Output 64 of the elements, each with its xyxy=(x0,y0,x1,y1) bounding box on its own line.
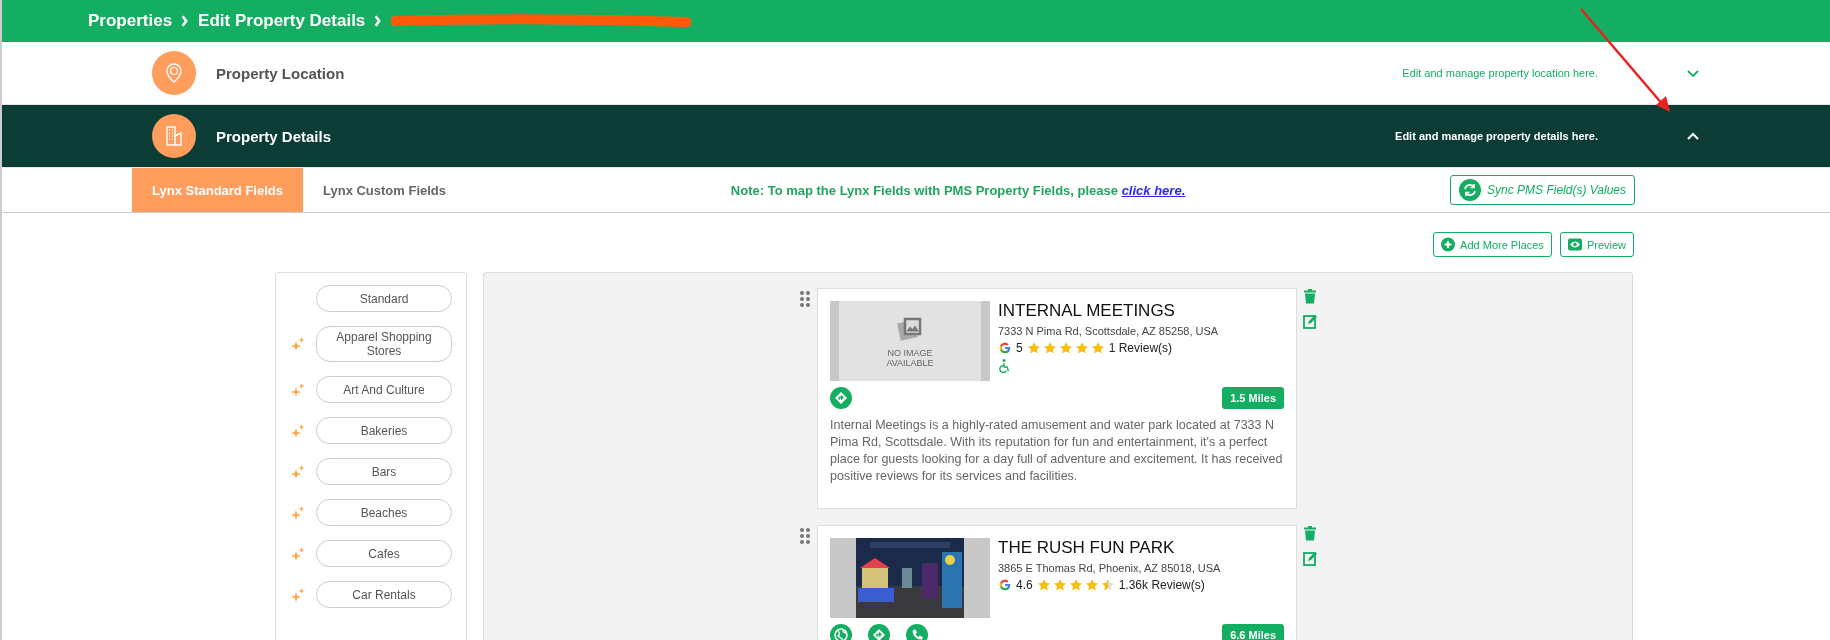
star-icon xyxy=(1090,341,1105,355)
sparkle-icon xyxy=(291,587,305,602)
category-button[interactable]: Cafes xyxy=(316,540,452,567)
sparkle-icon xyxy=(291,464,305,479)
sparkle-icon xyxy=(291,382,305,397)
review-count: 1.36k Review(s) xyxy=(1118,577,1205,592)
category-button[interactable]: Apparel Shopping Stores xyxy=(316,326,452,362)
star-icon xyxy=(1068,577,1083,592)
accordion-header[interactable]: Property Details Edit and manage property details here. xyxy=(2,105,1830,168)
category-button[interactable]: Car Rentals xyxy=(316,581,452,608)
building-icon xyxy=(152,114,196,158)
star-icon xyxy=(1058,341,1073,355)
section-title: Property Location xyxy=(216,64,346,82)
sparkle-icon xyxy=(291,337,305,351)
place-address: 7333 N Pima Rd, Scottsdale, AZ 85258, USA xyxy=(998,325,1219,337)
g-logo-icon xyxy=(998,341,1012,355)
review-count: 1 Review(s) xyxy=(1108,341,1173,355)
section-title: Property Details xyxy=(216,127,333,145)
star-icon xyxy=(1036,577,1051,592)
place-name: INTERNAL MEETINGS xyxy=(998,301,1176,321)
sync-icon xyxy=(1459,179,1482,201)
place-name: THE RUSH FUN PARK xyxy=(998,537,1176,558)
map-pin-icon xyxy=(152,51,196,95)
rating-value: 4.6 xyxy=(1016,577,1033,592)
sparkle-icon xyxy=(291,546,305,561)
edit-icon[interactable] xyxy=(1303,314,1317,329)
link[interactable]: click here. xyxy=(1121,182,1186,198)
star-icon xyxy=(1052,577,1067,592)
sparkle-icon xyxy=(291,423,305,438)
trash-icon[interactable] xyxy=(1303,525,1317,541)
chevron-down-icon[interactable] xyxy=(1686,68,1700,78)
section-description: Edit and manage property location here. xyxy=(1402,67,1598,79)
note-text: Note: To map the Lynx Fields with PMS Property Fields, please click here. xyxy=(730,182,1186,198)
sparkle-icon xyxy=(291,505,305,520)
category-button[interactable]: Art And Culture xyxy=(316,376,452,403)
distance-badge: 6.6 Miles xyxy=(1222,623,1284,640)
directions-icon[interactable] xyxy=(868,623,890,640)
g-logo-icon xyxy=(998,577,1012,592)
star-icon xyxy=(1026,341,1041,355)
chevron-up-icon[interactable] xyxy=(1686,131,1700,141)
section-description: Edit and manage property details here. xyxy=(1395,130,1598,142)
place-description: Internal Meetings is a highly-rated amusement and water park located at 7333 N Pima Rd, Scottsdale. With its reputation for fun and entertainment, it's a perfect place for guests looking for a day full of adventure and excitement. It has received positive reviews for its services and facilities. xyxy=(830,417,1284,485)
phone-icon[interactable] xyxy=(906,623,928,640)
category-button[interactable]: Bars xyxy=(316,458,452,485)
star-icon xyxy=(1074,341,1089,355)
place-address: 3865 E Thomas Rd, Phoenix, AZ 85018, USA xyxy=(998,561,1221,574)
eye-icon xyxy=(1567,237,1582,252)
star-icon xyxy=(1100,577,1115,592)
category-button[interactable]: Standard xyxy=(316,285,452,312)
star-icon xyxy=(1042,341,1057,355)
drag-handle-icon[interactable] xyxy=(799,526,811,545)
trash-icon[interactable] xyxy=(1303,289,1317,304)
rating-value: 5 xyxy=(1016,341,1023,355)
category-button[interactable]: Beaches xyxy=(316,499,452,526)
tab[interactable]: Lynx Custom Fields xyxy=(303,168,467,212)
edit-icon[interactable] xyxy=(1303,550,1317,566)
placeholder-text: NO IMAGE AVAILABLE xyxy=(885,348,935,368)
directions-icon[interactable] xyxy=(830,387,852,409)
star-icon xyxy=(1084,577,1099,592)
drag-handle-icon[interactable] xyxy=(799,290,811,308)
distance-badge: 1.5 Miles xyxy=(1222,387,1284,409)
globe-icon[interactable] xyxy=(830,623,852,640)
category-button[interactable]: Bakeries xyxy=(316,417,452,444)
plus-icon xyxy=(1441,237,1456,252)
